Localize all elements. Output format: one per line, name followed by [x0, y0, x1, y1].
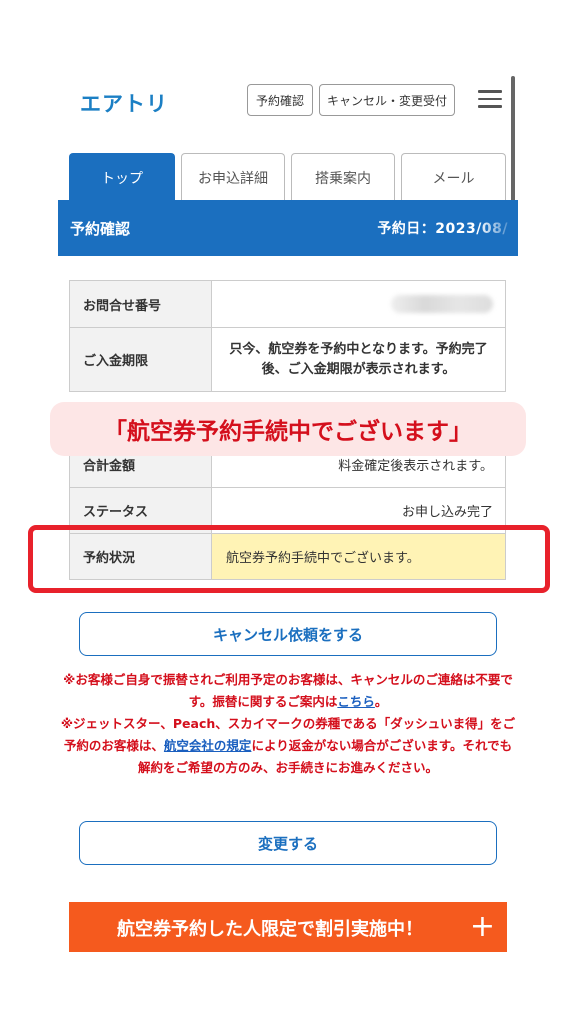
airline-rules-link[interactable]: 航空会社の規定: [164, 738, 252, 753]
tab-top[interactable]: トップ: [69, 153, 175, 201]
promo-banner[interactable]: 航空券予約した人限定で割引実施中！ +: [69, 902, 507, 952]
page: エアトリ 予約確認 キャンセル・変更受付 トップ お申込詳細 搭乗案内 メール …: [0, 0, 576, 1024]
logo[interactable]: エアトリ: [80, 88, 168, 118]
change-button[interactable]: 変更する: [79, 821, 497, 865]
inquiry-number-label: お問合せ番号: [69, 280, 212, 328]
tab-boarding-guide[interactable]: 搭乗案内: [291, 153, 395, 201]
booking-confirm-button[interactable]: 予約確認: [247, 84, 313, 116]
table-row: ご入金期限 只今、航空券を予約中となります。予約完了後、ご入金期限が表示されます…: [69, 327, 506, 392]
highlight-frame: [28, 525, 550, 593]
plus-icon[interactable]: +: [470, 910, 495, 944]
cancel-notice: ※お客様ご自身で振替されご利用予定のお客様は、キャンセルのご連絡は不要です。振替…: [60, 669, 516, 779]
payment-deadline-label: ご入金期限: [69, 327, 212, 392]
here-link[interactable]: こちら: [337, 694, 375, 709]
promo-text: 航空券予約した人限定で割引実施中！: [117, 919, 423, 940]
notice-text-1-end: 。: [374, 694, 388, 709]
cancel-change-button[interactable]: キャンセル・変更受付: [319, 84, 455, 116]
table-row: お問合せ番号: [69, 280, 506, 328]
tab-application-details[interactable]: お申込詳細: [181, 153, 285, 201]
redacted-value: [391, 295, 493, 313]
cancel-request-button[interactable]: キャンセル依頼をする: [79, 612, 497, 656]
hamburger-menu-icon[interactable]: [478, 90, 502, 110]
booking-info-table: お問合せ番号 ご入金期限 只今、航空券を予約中となります。予約完了後、ご入金期限…: [69, 280, 506, 392]
section-header: 予約確認 予約日：2023/08/: [58, 200, 518, 256]
status-banner: 「航空券予約手続中でございます」: [50, 402, 526, 456]
inquiry-number-value: [211, 280, 506, 328]
tab-mail[interactable]: メール: [401, 153, 506, 201]
date-fade: [478, 200, 518, 256]
notice-text-1: ※お客様ご自身で振替されご利用予定のお客様は、キャンセルのご連絡は不要です。振替…: [63, 672, 513, 709]
section-title: 予約確認: [70, 220, 131, 238]
payment-deadline-value: 只今、航空券を予約中となります。予約完了後、ご入金期限が表示されます。: [211, 327, 506, 392]
